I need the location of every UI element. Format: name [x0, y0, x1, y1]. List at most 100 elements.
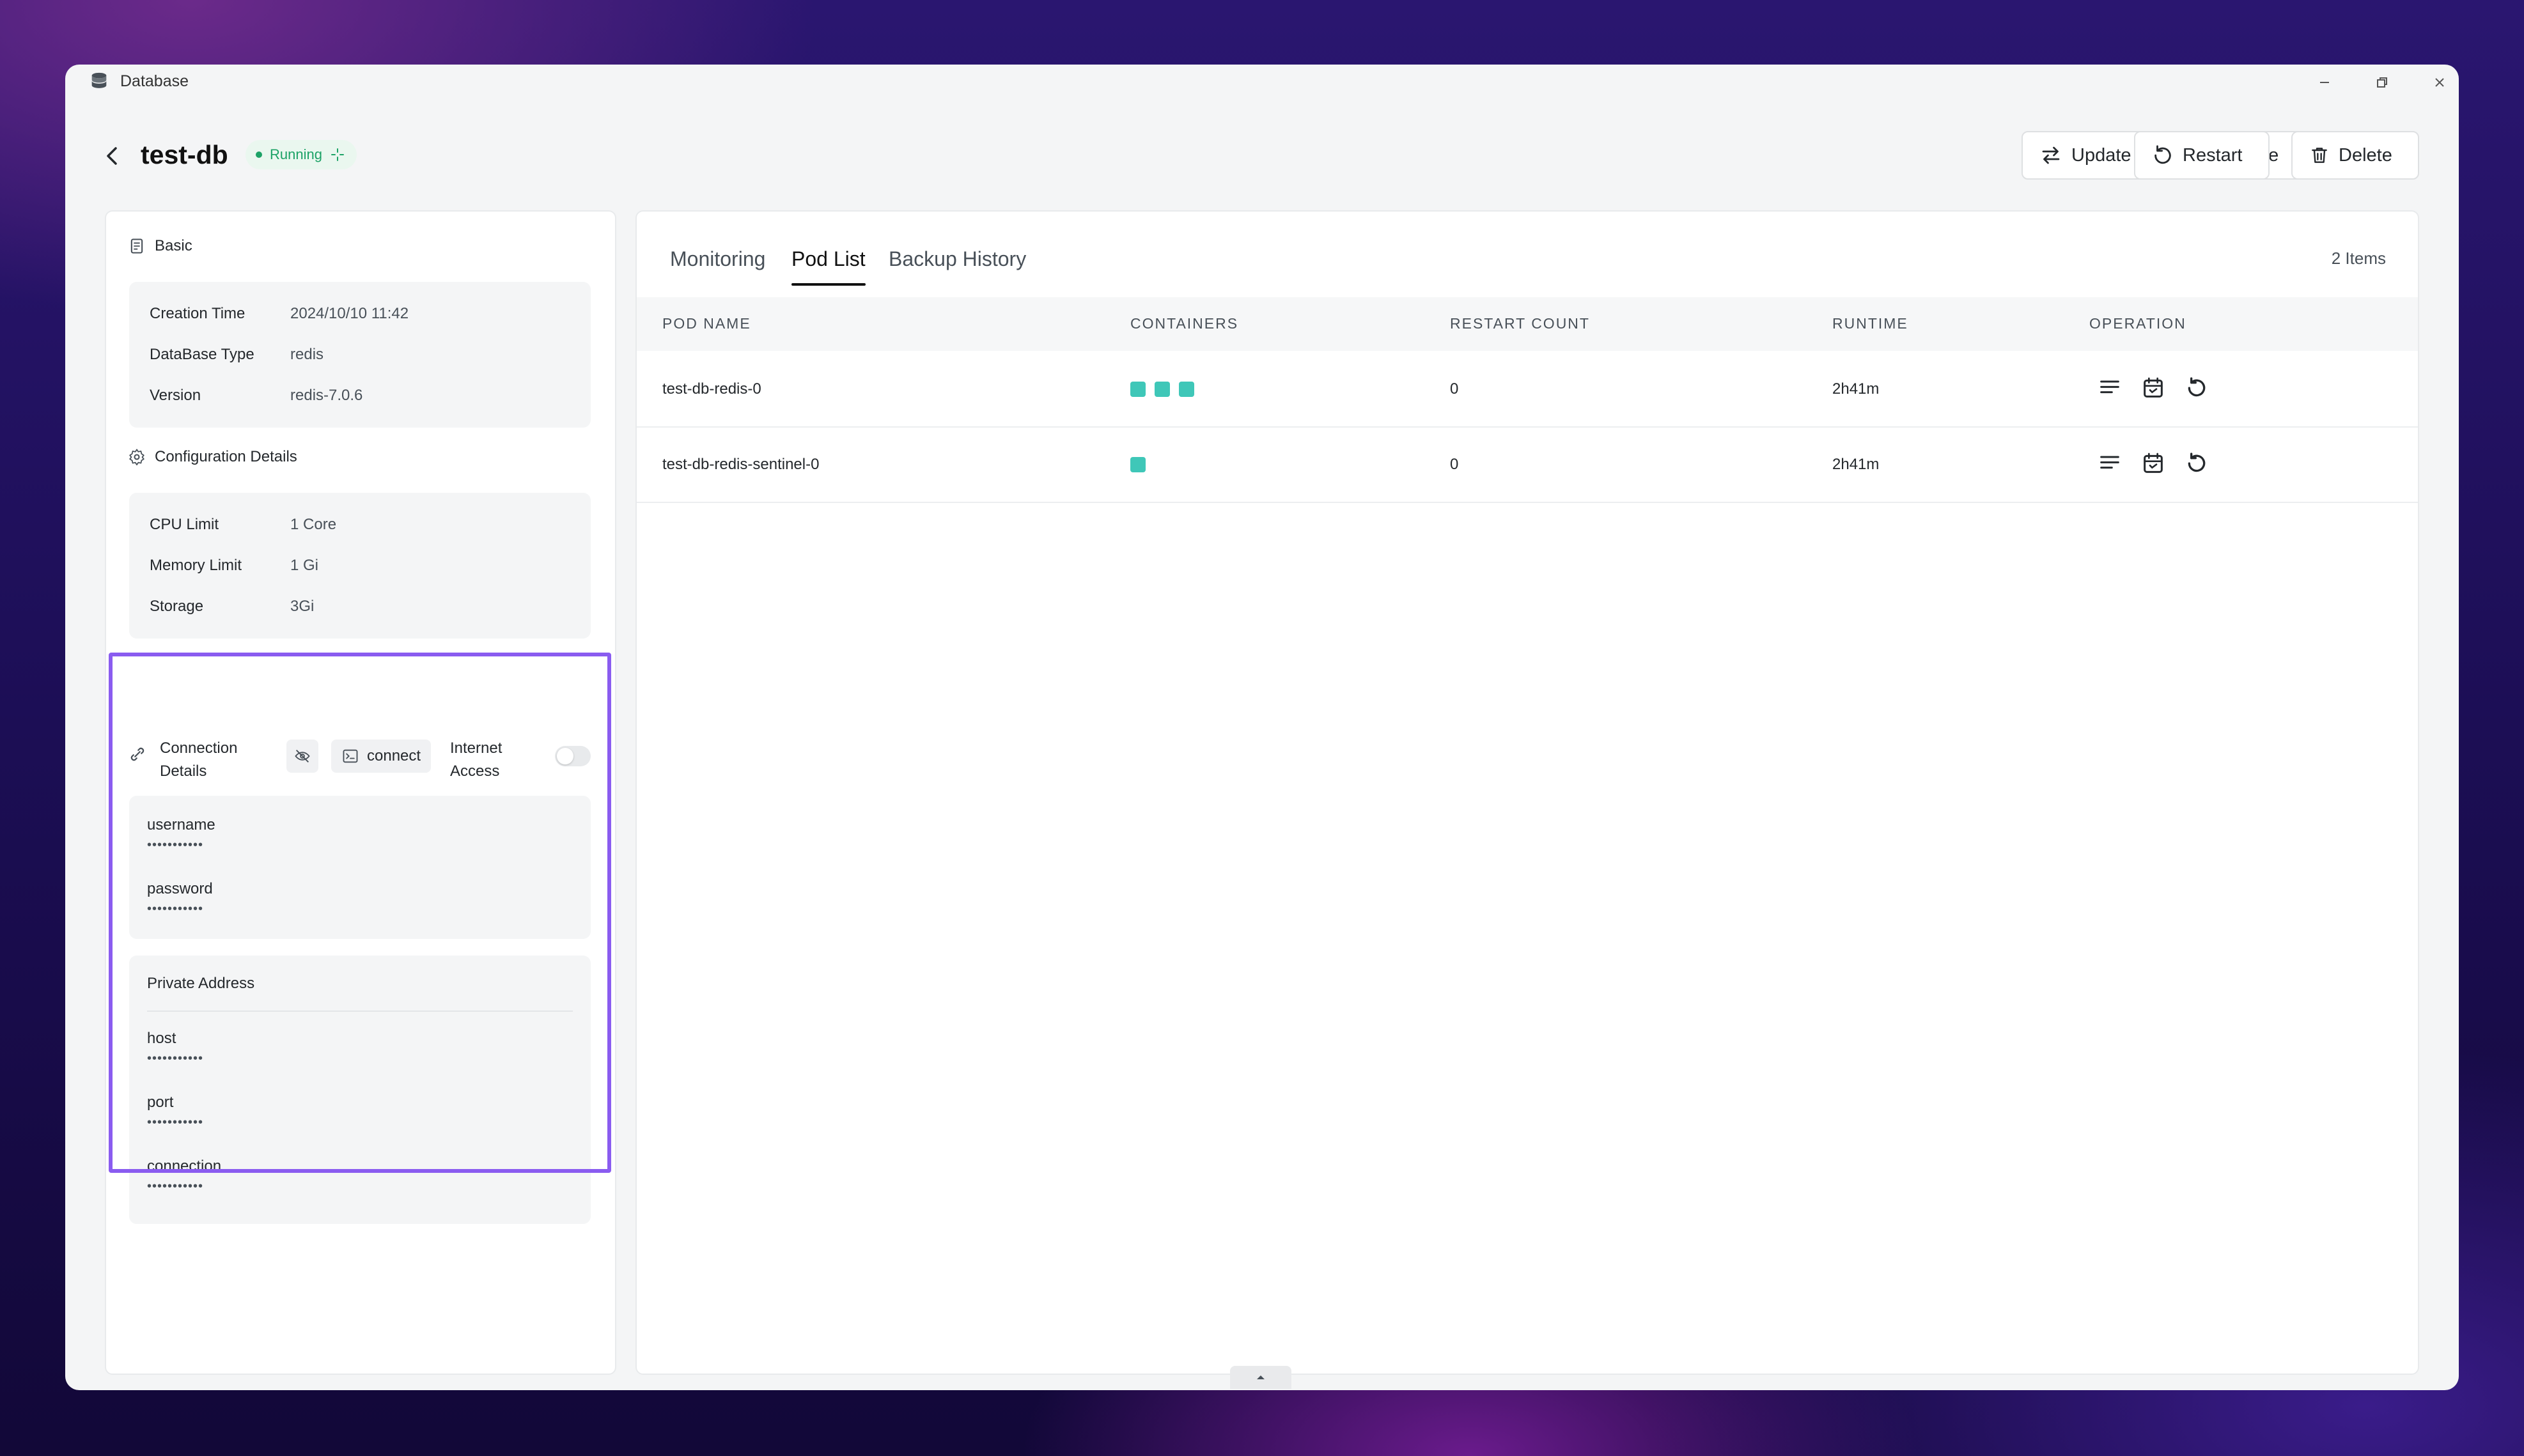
- memory-limit-value: 1 Gi: [290, 557, 319, 574]
- status-text: Running: [270, 146, 322, 162]
- minimize-icon: [2320, 82, 2329, 83]
- runtime: 2h41m: [1832, 380, 1880, 398]
- close-button[interactable]: [2427, 70, 2452, 95]
- delete-button[interactable]: Delete: [2291, 131, 2419, 180]
- memory-limit-label: Memory Limit: [150, 557, 242, 574]
- terminal-icon: [343, 749, 358, 763]
- cpu-limit-row: CPU Limit 1 Core: [150, 516, 336, 534]
- connect-label: connect: [367, 747, 421, 764]
- caret-up-icon: [1257, 1375, 1265, 1379]
- title-bar: Database: [65, 65, 2459, 100]
- db-type-row: DataBase Type redis: [150, 346, 323, 364]
- delete-label: Delete: [2339, 144, 2392, 166]
- db-type-label: DataBase Type: [150, 346, 254, 363]
- basic-title: Basic: [155, 237, 192, 254]
- version-label: Version: [150, 387, 201, 404]
- version-value: redis-7.0.6: [290, 387, 363, 404]
- content-layer: Restart Delete Basic Creation Time 2024/1…: [65, 65, 2459, 1390]
- memory-limit-row: Memory Limit 1 Gi: [150, 557, 318, 575]
- credentials-card: username ••••••••••• password ••••••••••…: [129, 796, 591, 939]
- row-divider: [637, 426, 2418, 428]
- divider: [147, 1011, 573, 1012]
- tab-backup-history[interactable]: Backup History: [889, 247, 1026, 271]
- items-count: 2 Items: [2331, 249, 2386, 268]
- internet-access-label: Internet Access: [450, 737, 502, 783]
- private-address-title: Private Address: [147, 975, 255, 992]
- col-containers: CONTAINERS: [1130, 315, 1239, 332]
- pod-name[interactable]: test-db-redis-0: [662, 380, 761, 398]
- storage-row: Storage 3Gi: [150, 598, 314, 616]
- col-restart-count: RESTART COUNT: [1450, 315, 1590, 332]
- pod-name[interactable]: test-db-redis-sentinel-0: [662, 456, 819, 474]
- back-arrow-icon[interactable]: [100, 143, 125, 169]
- col-pod-name: POD NAME: [662, 315, 751, 332]
- status-badge: Running: [245, 140, 357, 169]
- config-title: Configuration Details: [155, 448, 297, 465]
- tab-pod-list[interactable]: Pod List: [791, 247, 866, 271]
- container-square[interactable]: [1130, 382, 1146, 397]
- connection-title-line1: Connection: [160, 740, 238, 757]
- restart-button[interactable]: Restart: [2134, 131, 2270, 180]
- logs-icon[interactable]: [2097, 451, 2123, 476]
- restore-button[interactable]: [2369, 70, 2395, 95]
- col-runtime: RUNTIME: [1832, 315, 1908, 332]
- events-calendar-icon[interactable]: [2140, 451, 2166, 476]
- active-tab-indicator: [791, 283, 866, 286]
- password-value[interactable]: •••••••••••: [147, 902, 203, 917]
- internet-line2: Access: [450, 763, 500, 780]
- pod-list-panel: Monitoring Pod List Backup History 2 Ite…: [635, 210, 2419, 1375]
- link-plug-icon: [130, 747, 144, 761]
- document-icon: [130, 238, 143, 254]
- private-address-card: Private Address host ••••••••••• port ••…: [129, 956, 591, 1224]
- restart-icon: [2154, 145, 2171, 164]
- close-icon: [2435, 78, 2444, 87]
- restore-icon: [2377, 77, 2387, 88]
- internet-access-toggle[interactable]: [555, 746, 591, 766]
- swap-arrows-icon: [2042, 146, 2060, 164]
- username-label: username: [147, 816, 215, 833]
- cpu-limit-label: CPU Limit: [150, 516, 219, 533]
- restart-label: Restart: [2183, 144, 2243, 166]
- minimize-button[interactable]: [2312, 70, 2337, 95]
- events-calendar-icon[interactable]: [2140, 375, 2166, 401]
- collapse-handle[interactable]: [1230, 1366, 1291, 1389]
- details-panel: Basic Creation Time 2024/10/10 11:42 Data…: [105, 210, 616, 1375]
- container-square[interactable]: [1130, 457, 1146, 472]
- port-value[interactable]: •••••••••••: [147, 1115, 203, 1130]
- runtime: 2h41m: [1832, 456, 1880, 473]
- basic-info-card: Creation Time 2024/10/10 11:42 DataBase T…: [129, 282, 591, 428]
- db-type-value: redis: [290, 346, 324, 363]
- connection-value[interactable]: •••••••••••: [147, 1179, 203, 1194]
- cpu-limit-value: 1 Core: [290, 516, 337, 533]
- app-title: Database: [120, 72, 189, 90]
- logs-icon[interactable]: [2097, 375, 2123, 401]
- toggle-visibility-button[interactable]: [286, 740, 318, 773]
- host-label: host: [147, 1030, 176, 1047]
- creation-time-value: 2024/10/10 11:42: [290, 305, 409, 322]
- restart-pod-icon[interactable]: [2184, 451, 2209, 476]
- basic-section-title: Basic: [128, 237, 192, 255]
- update-label: Update: [2071, 144, 2131, 166]
- container-square[interactable]: [1179, 382, 1194, 397]
- creation-time-row: Creation Time 2024/10/10 11:42: [150, 305, 409, 323]
- config-info-card: CPU Limit 1 Core Memory Limit 1 Gi Storage…: [129, 493, 591, 639]
- tab-monitoring[interactable]: Monitoring: [670, 247, 765, 271]
- host-value[interactable]: •••••••••••: [147, 1051, 203, 1066]
- toggle-knob: [557, 748, 573, 764]
- version-row: Version redis-7.0.6: [150, 387, 362, 405]
- restart-count: 0: [1450, 456, 1459, 473]
- loading-sparkle-icon: [331, 148, 344, 161]
- gear-icon: [129, 449, 144, 466]
- container-square[interactable]: [1155, 382, 1170, 397]
- username-value[interactable]: •••••••••••: [147, 838, 203, 853]
- restart-pod-icon[interactable]: [2184, 375, 2209, 401]
- connection-details-title: Connection Details: [160, 737, 237, 783]
- connection-title-line2: Details: [160, 763, 207, 780]
- storage-value: 3Gi: [290, 598, 315, 615]
- connect-button[interactable]: connect: [331, 740, 432, 773]
- eye-off-icon: [295, 750, 310, 763]
- status-dot: [256, 151, 262, 158]
- database-name: test-db: [141, 140, 228, 169]
- internet-line1: Internet: [450, 740, 502, 757]
- database-icon: [91, 72, 107, 88]
